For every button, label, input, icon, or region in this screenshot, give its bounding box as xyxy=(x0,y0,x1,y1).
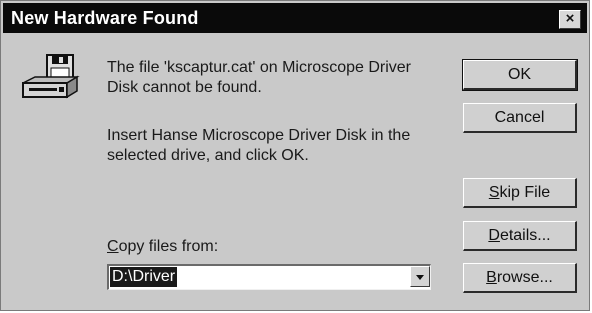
ok-button[interactable]: OK xyxy=(462,59,578,91)
skip-file-button[interactable]: Skip File xyxy=(463,178,577,208)
chevron-down-icon[interactable] xyxy=(410,266,430,287)
browse-label: rowse... xyxy=(496,269,553,286)
copy-files-combobox[interactable]: D:\Driver xyxy=(107,264,431,290)
skip-file-accelerator: S xyxy=(488,184,500,201)
copy-files-label: Copy files from: xyxy=(107,238,218,256)
copy-files-label-rest: opy files from: xyxy=(118,238,219,255)
instruction-message: Insert Hanse Microscope Driver Disk in t… xyxy=(107,127,411,164)
title-bar[interactable]: New Hardware Found × xyxy=(3,3,587,33)
cancel-button[interactable]: Cancel xyxy=(463,103,577,133)
browse-button[interactable]: Browse... xyxy=(463,263,577,293)
copy-files-label-accelerator: C xyxy=(107,238,119,255)
disk-drive-icon xyxy=(21,53,81,105)
details-accelerator: D xyxy=(488,227,500,244)
window-title: New Hardware Found xyxy=(11,8,199,28)
error-message: The file 'kscaptur.cat' on Microscope Dr… xyxy=(107,59,411,96)
details-label: etails... xyxy=(499,227,551,244)
details-button[interactable]: Details... xyxy=(463,221,577,251)
new-hardware-dialog: New Hardware Found × The file 'kscaptur.… xyxy=(0,0,590,311)
skip-file-label: kip File xyxy=(499,184,551,201)
browse-accelerator: B xyxy=(486,269,497,286)
close-icon: × xyxy=(565,10,575,27)
close-button[interactable]: × xyxy=(559,10,581,29)
copy-files-path-value[interactable]: D:\Driver xyxy=(110,267,178,287)
